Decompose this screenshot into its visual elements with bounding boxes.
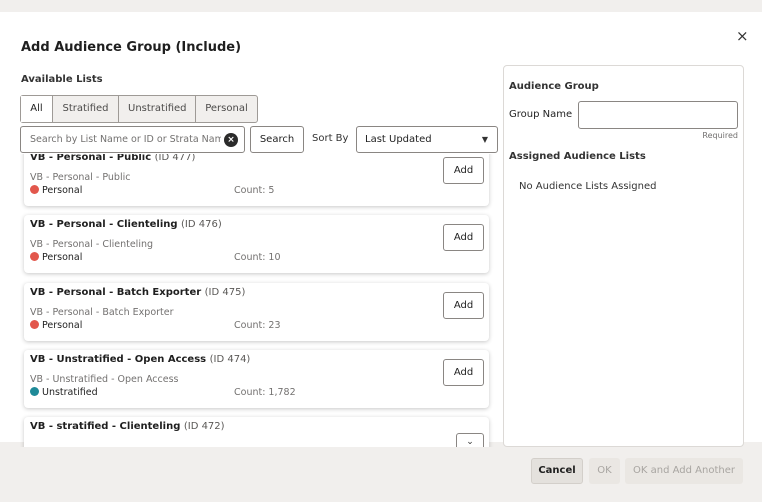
dialog-title: Add Audience Group (Include)	[21, 40, 242, 55]
add-button[interactable]: Add	[443, 359, 484, 386]
list-item: VB - Unstratified - Open Access (ID 474)…	[24, 350, 489, 408]
available-lists-scroll[interactable]: VB - Personal - Public (ID 477) VB - Per…	[20, 154, 494, 447]
expand-button[interactable]: ⌄	[456, 433, 484, 447]
list-item: VB - stratified - Clienteling (ID 472) ⌄	[24, 417, 489, 447]
list-item-count: Count: 10	[234, 252, 281, 263]
assigned-lists-heading: Assigned Audience Lists	[509, 151, 646, 162]
list-item-type: Unstratified	[30, 387, 98, 398]
list-item-title: VB - Personal - Clienteling (ID 476)	[30, 219, 222, 230]
group-name-input[interactable]	[579, 102, 737, 128]
assigned-lists-empty: No Audience Lists Assigned	[519, 181, 657, 192]
list-item-title: VB - stratified - Clienteling (ID 472)	[30, 421, 225, 432]
tab-unstratified[interactable]: Unstratified	[119, 96, 196, 122]
search-button[interactable]: Search	[250, 126, 304, 153]
list-item-type: Personal	[30, 320, 82, 331]
list-item-count: Count: 1,782	[234, 387, 296, 398]
add-button[interactable]: Add	[443, 157, 484, 184]
add-button[interactable]: Add	[443, 224, 484, 251]
list-item-title: VB - Personal - Public (ID 477)	[30, 154, 196, 163]
personal-dot-icon	[30, 185, 39, 194]
clear-search-icon[interactable]: ×	[224, 133, 238, 147]
add-audience-group-dialog: × Add Audience Group (Include) Available…	[0, 12, 762, 447]
search-field: ×	[20, 126, 245, 153]
sort-by-label: Sort By	[312, 133, 349, 144]
list-item-title: VB - Unstratified - Open Access (ID 474)	[30, 354, 251, 365]
list-item: VB - Personal - Public (ID 477) VB - Per…	[24, 154, 489, 206]
ok-button[interactable]: OK	[589, 458, 620, 484]
list-type-tabs: All Stratified Unstratified Personal	[20, 95, 258, 123]
search-input[interactable]	[21, 127, 221, 152]
close-icon[interactable]: ×	[736, 27, 749, 45]
required-hint: Required	[702, 131, 738, 140]
group-name-label: Group Name	[509, 109, 573, 120]
list-item-title: VB - Personal - Batch Exporter (ID 475)	[30, 287, 246, 298]
audience-group-heading: Audience Group	[509, 81, 599, 92]
personal-dot-icon	[30, 252, 39, 261]
audience-group-panel: Audience Group Group Name Required Assig…	[503, 65, 744, 447]
list-item-count: Count: 23	[234, 320, 281, 331]
list-item: VB - Personal - Clienteling (ID 476) VB …	[24, 215, 489, 273]
list-item-count: Count: 5	[234, 185, 275, 196]
tab-personal[interactable]: Personal	[196, 96, 257, 122]
unstratified-dot-icon	[30, 387, 39, 396]
chevron-down-icon: ⌄	[466, 437, 474, 447]
sort-by-select[interactable]: Last Updated ▼	[356, 126, 498, 153]
list-item-subtitle: VB - Unstratified - Open Access	[30, 374, 179, 385]
tab-all[interactable]: All	[21, 96, 53, 122]
list-item-type: Personal	[30, 185, 82, 196]
list-item-type: Personal	[30, 252, 82, 263]
chevron-down-icon: ▼	[481, 135, 488, 144]
list-item: VB - Personal - Batch Exporter (ID 475) …	[24, 283, 489, 341]
cancel-button[interactable]: Cancel	[531, 458, 583, 484]
tab-stratified[interactable]: Stratified	[53, 96, 119, 122]
available-lists-label: Available Lists	[21, 74, 103, 85]
ok-and-add-another-button[interactable]: OK and Add Another	[625, 458, 743, 484]
personal-dot-icon	[30, 320, 39, 329]
sort-by-value: Last Updated	[365, 134, 432, 145]
list-item-subtitle: VB - Personal - Public	[30, 172, 131, 183]
add-button[interactable]: Add	[443, 292, 484, 319]
list-item-subtitle: VB - Personal - Batch Exporter	[30, 307, 174, 318]
list-item-subtitle: VB - Personal - Clienteling	[30, 239, 154, 250]
group-name-field	[578, 101, 738, 129]
